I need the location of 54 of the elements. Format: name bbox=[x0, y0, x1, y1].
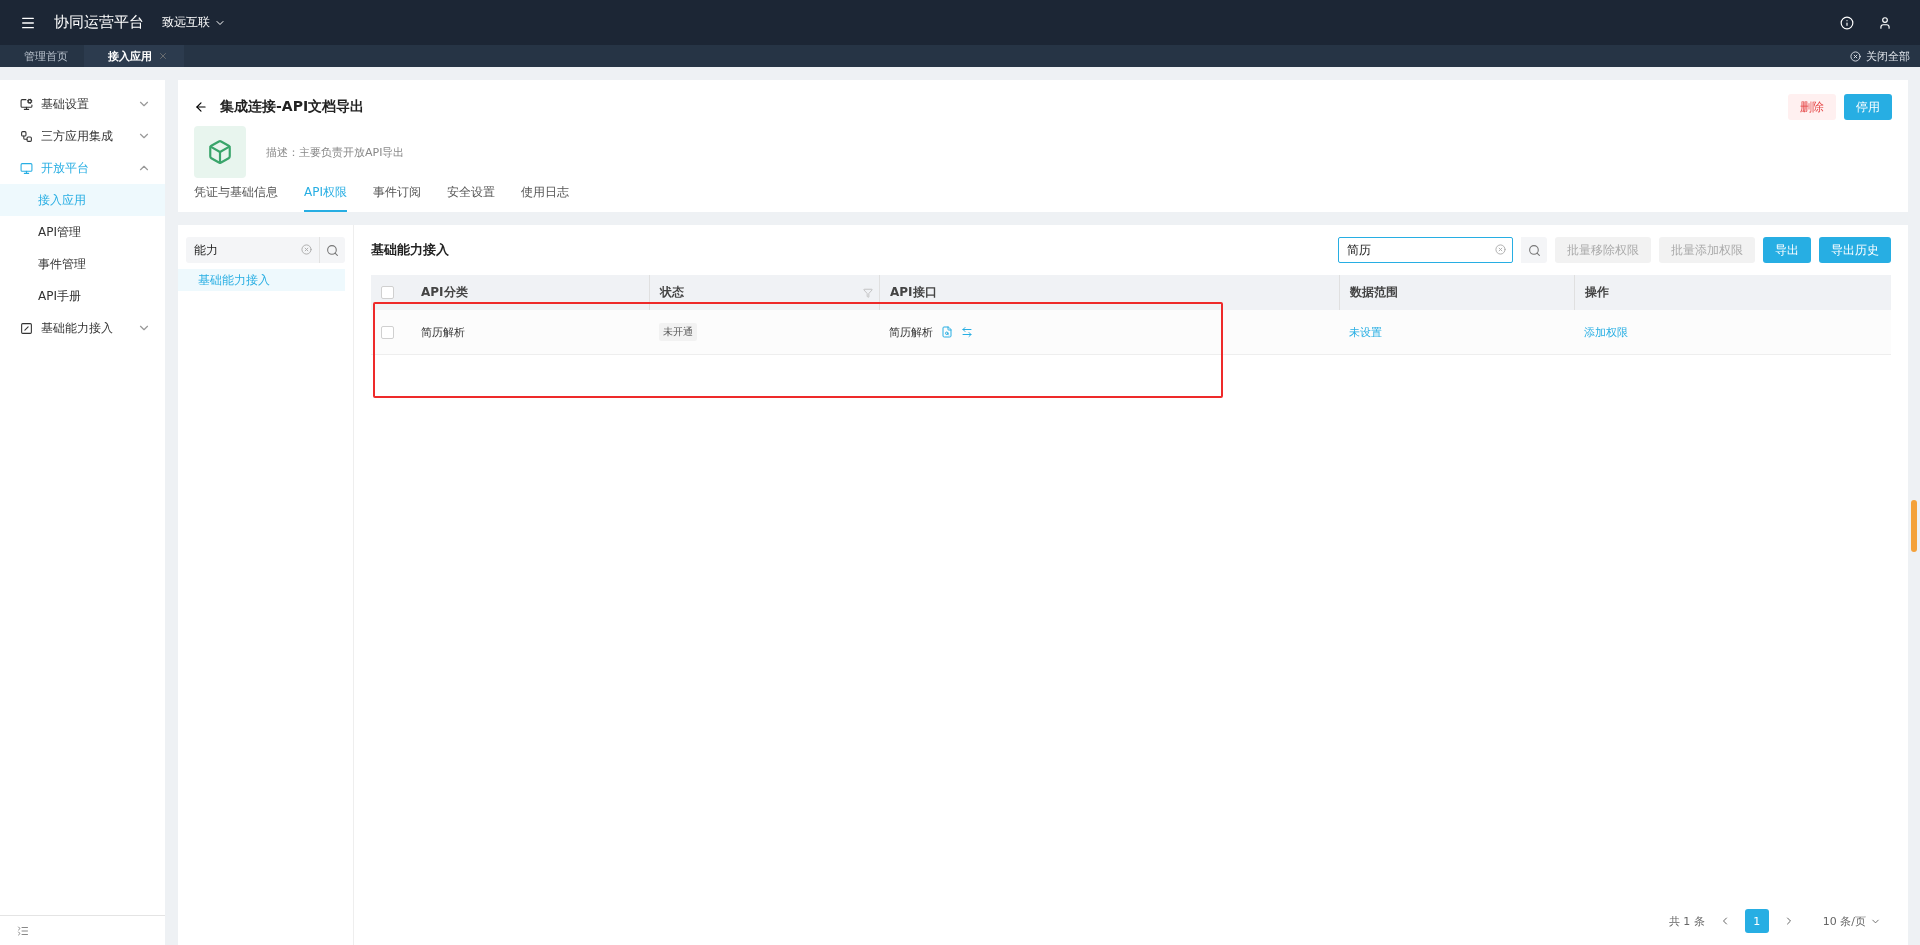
cube-icon bbox=[194, 126, 246, 178]
scrollbar-thumb[interactable] bbox=[1911, 500, 1917, 552]
swap-icon[interactable] bbox=[961, 326, 973, 338]
sidebar-subitem[interactable]: API管理 bbox=[0, 216, 165, 248]
tab[interactable]: 凭证与基础信息 bbox=[194, 184, 278, 212]
page-tab[interactable]: 管理首页 bbox=[0, 45, 84, 67]
total-count: 共 1 条 bbox=[1668, 913, 1705, 929]
column-header: 数据范围 bbox=[1350, 284, 1398, 301]
column-header: API分类 bbox=[421, 284, 468, 301]
row-checkbox[interactable] bbox=[381, 325, 394, 339]
api-search-field[interactable]: 简历 bbox=[1338, 237, 1513, 263]
column-header: 状态 bbox=[660, 284, 684, 301]
app-name: 集成连接-API文档导出 bbox=[220, 98, 365, 116]
search-button[interactable] bbox=[1521, 237, 1547, 263]
sidebar-subitem[interactable]: API手册 bbox=[0, 280, 165, 312]
header-checkbox[interactable] bbox=[381, 286, 394, 299]
sidebar-subitem[interactable]: 事件管理 bbox=[0, 248, 165, 280]
tab[interactable]: 使用日志 bbox=[521, 184, 569, 212]
app-title: 协同运营平台 bbox=[54, 13, 144, 32]
clear-icon[interactable] bbox=[301, 244, 312, 255]
column-header: 操作 bbox=[1585, 284, 1609, 301]
filter-icon[interactable] bbox=[863, 287, 873, 298]
back-icon[interactable] bbox=[194, 100, 208, 114]
table-title: 基础能力接入 bbox=[371, 241, 449, 259]
tab[interactable]: 安全设置 bbox=[447, 184, 495, 212]
tree-search-field[interactable]: 能力 bbox=[186, 237, 319, 263]
action-button[interactable]: 删除 bbox=[1788, 94, 1836, 120]
status-tag: 未开通 bbox=[659, 323, 697, 341]
close-icon bbox=[1850, 50, 1861, 62]
collapse-icon[interactable] bbox=[17, 924, 29, 937]
tab[interactable]: 事件订阅 bbox=[373, 184, 421, 212]
panel-icon bbox=[20, 321, 33, 335]
info-icon[interactable] bbox=[1840, 15, 1854, 30]
document-search-icon[interactable] bbox=[941, 326, 953, 338]
sidebar-item[interactable]: 三方应用集成 bbox=[0, 120, 165, 152]
search-icon bbox=[1527, 243, 1541, 257]
org-dropdown[interactable]: 致远互联 bbox=[162, 14, 226, 31]
close-icon[interactable] bbox=[158, 51, 168, 61]
sidebar-item[interactable]: 基础能力接入 bbox=[0, 312, 165, 344]
column-header: API接口 bbox=[890, 284, 937, 301]
user-icon[interactable] bbox=[1878, 15, 1892, 30]
table-cell: 简历解析 bbox=[421, 324, 465, 340]
clear-icon[interactable] bbox=[1495, 244, 1506, 255]
app-description: 描述：主要负责开放API导出 bbox=[266, 144, 405, 160]
sidebar-item[interactable]: 基础设置 bbox=[0, 88, 165, 120]
monitor-icon bbox=[20, 161, 33, 175]
close-all-button[interactable]: 关闭全部 bbox=[1840, 45, 1920, 67]
page-size-select[interactable]: 10 条/页 bbox=[1822, 913, 1881, 929]
search-icon bbox=[326, 243, 339, 257]
monitor-gear-icon bbox=[20, 97, 33, 111]
page-tab[interactable]: 接入应用 bbox=[84, 45, 184, 67]
search-button[interactable] bbox=[319, 237, 345, 263]
table-cell: 简历解析 bbox=[889, 324, 933, 340]
workflow-icon bbox=[20, 129, 33, 143]
